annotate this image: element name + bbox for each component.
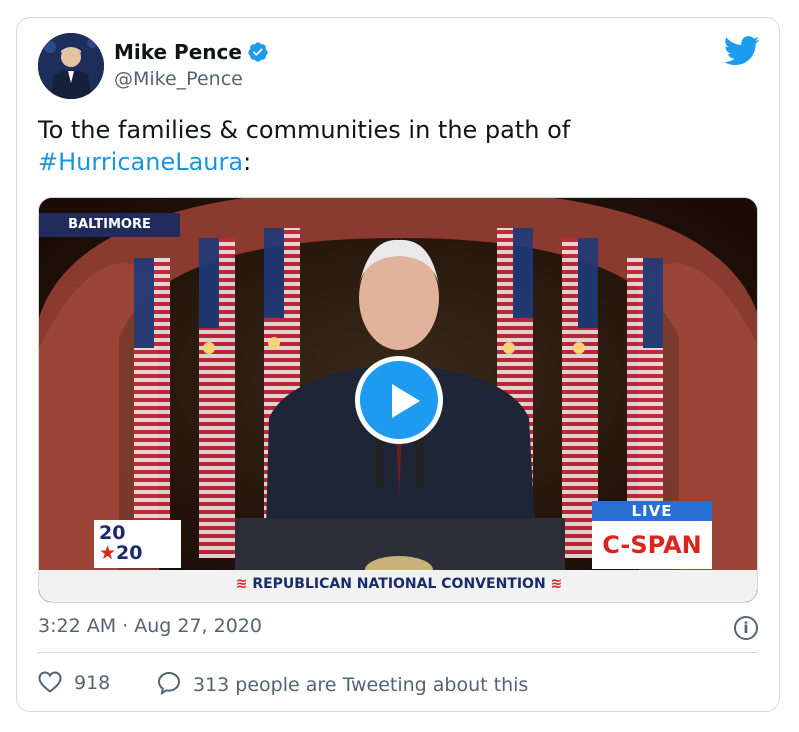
verified-badge-icon bbox=[248, 42, 268, 62]
tweet-text: To the families & communities in the pat… bbox=[38, 114, 758, 178]
tweet-timestamp[interactable]: 3:22 AM · Aug 27, 2020 bbox=[38, 615, 262, 637]
reply-button[interactable]: 313 people are Tweeting about this bbox=[157, 671, 528, 696]
like-count: 918 bbox=[74, 672, 111, 694]
banner-stripe-right-icon: ≋ bbox=[550, 576, 563, 592]
banner-text: REPUBLICAN NATIONAL CONVENTION bbox=[252, 576, 546, 592]
author-name[interactable]: Mike Pence bbox=[114, 40, 269, 64]
author-name-text[interactable]: Mike Pence bbox=[114, 40, 242, 64]
rnc-2020-logo: 20 ★20 bbox=[94, 520, 181, 568]
divider bbox=[38, 652, 758, 653]
location-label: BALTIMORE bbox=[39, 213, 180, 237]
logo-bottom-text: 20 bbox=[116, 542, 143, 564]
live-badge: LIVE bbox=[592, 501, 712, 521]
hashtag-link[interactable]: #HurricaneLaura bbox=[38, 148, 243, 176]
reply-bubble-icon bbox=[157, 671, 181, 695]
banner-stripe-left-icon: ≋ bbox=[235, 576, 248, 592]
logo-bottom-line: ★20 bbox=[99, 542, 143, 564]
replies-text: 313 people are Tweeting about this bbox=[193, 674, 529, 696]
logo-top-text: 20 bbox=[99, 522, 126, 544]
like-button[interactable]: 918 bbox=[38, 671, 110, 694]
author-handle[interactable]: @Mike_Pence bbox=[114, 68, 243, 90]
play-icon[interactable] bbox=[355, 356, 443, 444]
tweet-text-body: To the families & communities in the pat… bbox=[38, 116, 571, 144]
network-logo: C-SPAN bbox=[592, 521, 712, 569]
video-player[interactable]: BALTIMORE 20 ★20 LIVE C-SPAN ≋ REPUBLICA… bbox=[38, 197, 758, 603]
tweet-text-colon: : bbox=[243, 148, 252, 176]
heart-icon bbox=[38, 671, 62, 693]
info-icon[interactable]: i bbox=[734, 616, 758, 640]
cspan-bug: LIVE C-SPAN bbox=[592, 501, 712, 569]
twitter-bird-icon[interactable] bbox=[724, 36, 760, 66]
avatar[interactable] bbox=[38, 33, 104, 99]
lower-third-banner: ≋ REPUBLICAN NATIONAL CONVENTION ≋ bbox=[39, 570, 757, 602]
